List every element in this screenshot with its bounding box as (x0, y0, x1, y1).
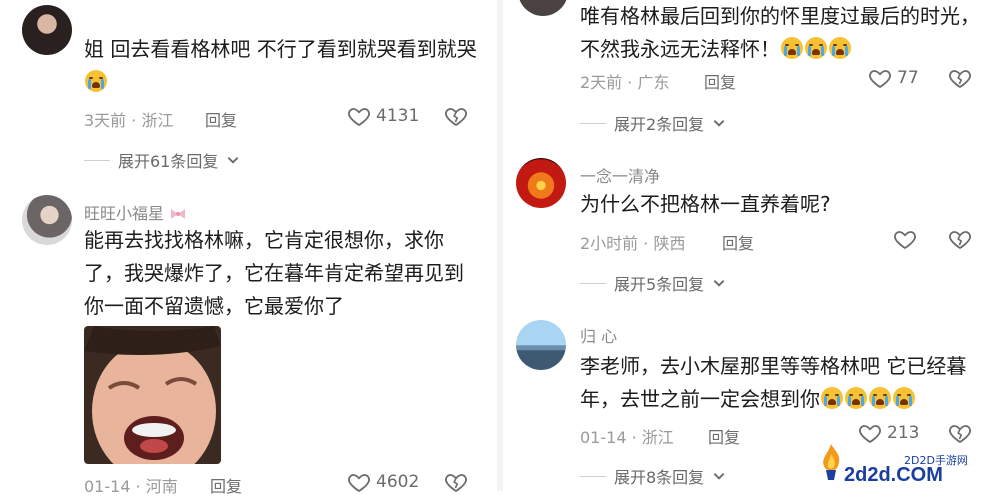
heart-icon (347, 104, 371, 128)
crying-emoji-icon (805, 37, 827, 59)
like-button[interactable]: 4602 (347, 470, 419, 494)
broken-heart-icon (948, 66, 972, 90)
crying-emoji-icon (893, 387, 915, 409)
dislike-button[interactable] (948, 227, 972, 255)
expand-replies-button[interactable]: 展开61条回复 (84, 148, 240, 172)
crying-emoji-icon (829, 37, 851, 59)
comment-meta: 01-14 · 河南 (84, 477, 178, 496)
avatar[interactable] (22, 195, 72, 245)
crying-emoji-icon (869, 387, 891, 409)
expand-label: 展开5条回复 (614, 275, 705, 294)
bow-icon (171, 209, 186, 219)
comment-meta: 01-14 · 浙江 (580, 428, 674, 447)
watermark-big-text: 2d2d.COM (844, 464, 943, 486)
chevron-down-icon (712, 469, 726, 483)
comment-text: 姐 回去看看格林吧 不行了看到就哭看到就哭 (84, 33, 484, 99)
comment-text: 为什么不把格林一直养着呢? (580, 192, 831, 216)
reply-button[interactable]: 回复 (722, 230, 754, 254)
expand-line (84, 159, 110, 161)
avatar[interactable] (516, 320, 566, 370)
like-count: 4131 (376, 106, 420, 126)
like-count: 4602 (376, 472, 420, 492)
username[interactable]: 一念一清净 (580, 163, 660, 187)
crying-emoji-icon (821, 387, 843, 409)
like-button[interactable]: 77 (868, 66, 919, 90)
like-button[interactable]: 4131 (347, 104, 419, 128)
expand-label: 展开61条回复 (118, 152, 219, 171)
crying-emoji-icon (85, 70, 107, 92)
heart-icon (868, 66, 892, 90)
dislike-button[interactable] (444, 104, 468, 132)
avatar[interactable] (22, 5, 72, 55)
username[interactable]: 旺旺小福星 (84, 200, 187, 224)
expand-line (580, 282, 606, 284)
comment-text: 唯有格林最后回到你的怀里度过最后的时光，不然我永远无法释怀！ (580, 4, 980, 61)
comment-text: 李老师，去小木屋那里等等格林吧 它已经暮年，去世之前一定会想到你 (580, 354, 967, 411)
like-button[interactable] (893, 227, 922, 251)
broken-heart-icon (948, 227, 972, 251)
reply-button[interactable]: 回复 (205, 107, 237, 131)
expand-line (580, 475, 606, 477)
comment-text: 能再去找找格林嘛，它肯定很想你，求你了，我哭爆炸了，它在暮年肯定希望再见到你一面… (84, 228, 464, 318)
dislike-button[interactable] (948, 66, 972, 94)
expand-label: 展开8条回复 (614, 468, 705, 487)
crying-emoji-icon (845, 387, 867, 409)
comment-meta: 3天前 · 浙江 (84, 111, 174, 130)
comment-meta: 2小时前 · 陕西 (580, 234, 686, 253)
site-watermark: 2D2D手游网 2d2d.COM (818, 438, 998, 490)
like-count: 77 (897, 68, 919, 88)
right-comment-column: 唯有格林最后回到你的怀里度过最后的时光，不然我永远无法释怀！ 2天前 · 广东 … (500, 0, 1000, 491)
crying-child-photo[interactable] (84, 326, 221, 464)
reply-button[interactable]: 回复 (708, 424, 740, 448)
comment-meta: 2天前 · 广东 (580, 73, 670, 92)
broken-heart-icon (444, 104, 468, 128)
left-comment-column: 姐 回去看看格林吧 不行了看到就哭看到就哭 3天前 · 浙江 回复 4131 展… (0, 0, 500, 496)
expand-line (580, 122, 606, 124)
avatar[interactable] (518, 0, 568, 16)
heart-icon (347, 470, 371, 494)
avatar[interactable] (516, 158, 566, 208)
expand-replies-button[interactable]: 展开8条回复 (580, 464, 726, 488)
flame-logo-icon (823, 444, 840, 480)
reply-button[interactable]: 回复 (704, 69, 736, 93)
dislike-button[interactable] (444, 470, 468, 498)
reply-button[interactable]: 回复 (210, 473, 242, 497)
crying-emoji-icon (781, 37, 803, 59)
username[interactable]: 归 心 (580, 323, 617, 347)
heart-icon (893, 227, 917, 251)
expand-replies-button[interactable]: 展开5条回复 (580, 271, 726, 295)
crying-child-image (84, 326, 221, 464)
broken-heart-icon (444, 470, 468, 494)
chevron-down-icon (712, 116, 726, 130)
chevron-down-icon (226, 153, 240, 167)
expand-replies-button[interactable]: 展开2条回复 (580, 111, 726, 135)
chevron-down-icon (712, 276, 726, 290)
expand-label: 展开2条回复 (614, 115, 705, 134)
